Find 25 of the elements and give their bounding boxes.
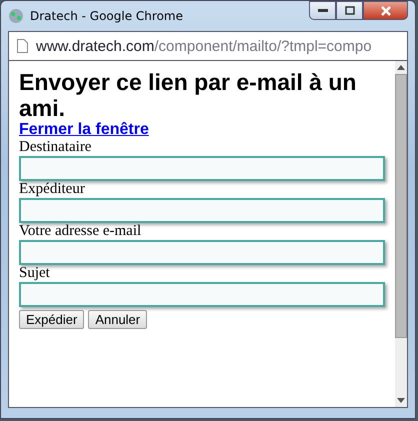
input-field[interactable] bbox=[19, 156, 385, 181]
maximize-button[interactable] bbox=[336, 1, 363, 20]
scroll-up-icon bbox=[397, 65, 405, 70]
input-field[interactable] bbox=[19, 240, 385, 265]
minimize-icon bbox=[318, 8, 328, 12]
window-title: Dratech - Google Chrome bbox=[30, 9, 183, 23]
input-field[interactable] bbox=[19, 282, 385, 307]
page-heading: Envoyer ce lien par e-mail à un ami. bbox=[19, 69, 358, 121]
scrollbar[interactable] bbox=[395, 61, 407, 407]
field-label: Sujet bbox=[19, 265, 50, 282]
field-label: Votre adresse e-mail bbox=[19, 223, 142, 240]
input-field[interactable] bbox=[19, 198, 385, 223]
page-icon bbox=[17, 39, 28, 53]
minimize-button[interactable] bbox=[309, 1, 336, 20]
globe-icon bbox=[8, 8, 24, 24]
form-button[interactable]: Expédier bbox=[19, 310, 84, 329]
close-window-link[interactable]: Fermer la fenêtre bbox=[19, 121, 149, 139]
field-label: Destinataire bbox=[19, 139, 92, 156]
field-label: Expéditeur bbox=[19, 181, 85, 198]
close-button[interactable] bbox=[363, 1, 408, 20]
form-button[interactable]: Annuler bbox=[88, 310, 148, 329]
scroll-down-icon bbox=[397, 398, 405, 403]
close-icon bbox=[380, 6, 392, 16]
maximize-icon bbox=[344, 6, 354, 15]
address-field[interactable]: www.dratech.com/component/mailto/?tmpl=compo bbox=[8, 31, 408, 61]
